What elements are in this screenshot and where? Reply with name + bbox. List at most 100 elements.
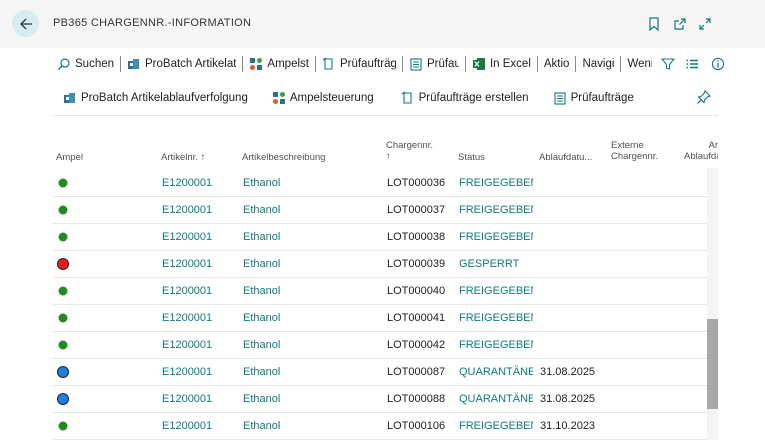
artikelnr-cell[interactable]: E1200001: [162, 197, 237, 223]
artikelnr-cell[interactable]: E1200001: [162, 413, 237, 439]
status-cell[interactable]: QUARANTÄNE: [459, 359, 533, 385]
table-row[interactable]: E1200001 Ethanol LOT000038 FREIGEGEBEN: [52, 224, 707, 251]
table-row[interactable]: E1200001 Ethanol LOT000042 FREIGEGEBEN: [52, 332, 707, 359]
bookmark-icon: [649, 17, 659, 31]
pruefauftraege-action[interactable]: Prüfau: [404, 53, 464, 75]
bookmark-button[interactable]: [645, 15, 663, 33]
ampel-green-icon: [58, 232, 68, 242]
ampel-green-icon: [58, 421, 68, 431]
table-row[interactable]: E1200001 Ethanol LOT000088 QUARANTÄNE 31.08.…: [52, 386, 707, 413]
ampel-green-icon: [58, 340, 68, 350]
pruefauftraege-erstellen-action[interactable]: Prüfaufträg: [317, 53, 401, 75]
artikelnr-cell[interactable]: E1200001: [162, 278, 237, 304]
filter-button[interactable]: [657, 53, 679, 75]
probatch-artikelablaufverfolgung-button[interactable]: ProBatch Artikelablaufverfolgung: [52, 87, 259, 109]
list-view-button[interactable]: [679, 53, 705, 75]
artikelbeschreibung-cell[interactable]: Ethanol: [243, 305, 383, 331]
expand-button[interactable]: [696, 15, 714, 33]
page-title: PB365 CHARGENNR.-INFORMATION: [53, 17, 252, 29]
sort-ascending-icon: ↑: [200, 152, 206, 163]
table-row[interactable]: E1200001 Ethanol LOT000040 FREIGEGEBEN: [52, 278, 707, 305]
ablaufdatum-cell: [540, 278, 608, 304]
column-header-label: Chargennr.: [611, 151, 659, 162]
chargennr-cell: LOT000038: [387, 231, 446, 243]
ampel-cell: [52, 197, 76, 223]
status-cell[interactable]: FREIGEGEBEN: [459, 413, 533, 439]
probatch-label: ProBatch Artikelat: [145, 58, 237, 70]
weni-label: Weni: [627, 58, 653, 70]
column-header-label: Ablaufda: [684, 151, 718, 162]
artikelbeschreibung-cell[interactable]: Ethanol: [243, 332, 383, 358]
chargennr-cell: LOT000106: [387, 420, 446, 432]
separator: [464, 56, 466, 72]
status-cell[interactable]: FREIGEGEBEN: [459, 278, 533, 304]
pruefauftraege-erstellen-button[interactable]: Prüfaufträge erstellen: [385, 87, 540, 109]
status-cell[interactable]: FREIGEGEBEN: [459, 170, 533, 196]
status-cell[interactable]: FREIGEGEBEN: [459, 332, 533, 358]
artikelbeschreibung-cell[interactable]: Ethanol: [243, 224, 383, 250]
artikelbeschreibung-cell[interactable]: Ethanol: [243, 386, 383, 412]
search-button[interactable]: Suchen: [52, 53, 119, 75]
ampel-cell: [52, 332, 76, 358]
status-cell[interactable]: GESPERRT: [459, 251, 533, 277]
ablaufdatum-cell: [540, 332, 608, 358]
artikelnr-cell[interactable]: E1200001: [162, 251, 237, 277]
separator: [620, 56, 622, 72]
artikelnr-cell[interactable]: E1200001: [162, 359, 237, 385]
actions-menu[interactable]: Aktio: [539, 53, 575, 75]
scrollbar-thumb[interactable]: [707, 319, 718, 409]
list-view-icon: [685, 57, 699, 71]
ampel-cell: [52, 359, 76, 385]
table-row[interactable]: E1200001 Ethanol LOT000039 GESPERRT: [52, 251, 707, 278]
pruefauftraege-button[interactable]: Prüfaufträge: [540, 87, 645, 109]
ampel-cell: [52, 251, 76, 277]
ampelsteuerung-label: Ampelsteuerung: [289, 92, 374, 104]
chargennr-cell: LOT000040: [387, 285, 446, 297]
artikelbeschreibung-cell[interactable]: Ethanol: [243, 170, 383, 196]
open-in-excel-button[interactable]: In Excel: [467, 53, 536, 75]
ampel-label: Ampelst: [267, 58, 309, 70]
aktio-label: Aktio: [543, 58, 570, 70]
pin-icon: [697, 90, 711, 104]
ampelsteuerung-action[interactable]: Ampelst: [244, 53, 314, 75]
fewer-options-menu[interactable]: Weni: [622, 53, 657, 75]
artikelbeschreibung-cell[interactable]: Ethanol: [243, 359, 383, 385]
artikelnr-cell[interactable]: E1200001: [162, 305, 237, 331]
open-in-new-window-button[interactable]: [671, 15, 689, 33]
probatch-trace-action[interactable]: ProBatch Artikelat: [122, 53, 241, 75]
navigate-menu[interactable]: Navigi: [577, 53, 619, 75]
chargennr-cell: LOT000042: [387, 339, 446, 351]
artikelbeschreibung-cell[interactable]: Ethanol: [243, 413, 383, 439]
ampel-green-icon: [58, 205, 68, 215]
ampel-blue-icon: [57, 393, 69, 405]
separator: [120, 56, 122, 72]
artikelnr-cell[interactable]: E1200001: [162, 170, 237, 196]
ablaufdatum-cell: 31.08.2025: [540, 393, 596, 405]
status-cell[interactable]: FREIGEGEBEN: [459, 197, 533, 223]
table-row[interactable]: E1200001 Ethanol LOT000087 QUARANTÄNE 31.08.…: [52, 359, 707, 386]
create-document-icon: [322, 57, 336, 71]
table-row[interactable]: E1200001 Ethanol LOT000106 FREIGEGEBEN 31.10…: [52, 413, 707, 440]
column-header-label: Ampel: [56, 152, 83, 163]
artikelbeschreibung-cell[interactable]: Ethanol: [243, 251, 383, 277]
ampelsteuerung-button[interactable]: Ampelsteuerung: [259, 87, 385, 109]
status-cell[interactable]: QUARANTÄNE: [459, 386, 533, 412]
artikelbeschreibung-cell[interactable]: Ethanol: [243, 197, 383, 223]
pin-actions-button[interactable]: [696, 89, 712, 105]
artikelnr-cell[interactable]: E1200001: [162, 224, 237, 250]
status-cell[interactable]: FREIGEGEBEN: [459, 305, 533, 331]
pruefauftraege-label: Prüfaufträge: [570, 92, 634, 104]
artikelnr-cell[interactable]: E1200001: [162, 386, 237, 412]
info-button[interactable]: [705, 53, 731, 75]
artikelbeschreibung-cell[interactable]: Ethanol: [243, 278, 383, 304]
back-button[interactable]: [12, 10, 39, 37]
traffic-light-icon: [272, 91, 286, 105]
sort-ascending-icon: ↑: [386, 151, 391, 162]
artikelnr-cell[interactable]: E1200001: [162, 332, 237, 358]
pruefau-label: Prüfau: [426, 58, 459, 70]
table-row[interactable]: E1200001 Ethanol LOT000037 FREIGEGEBEN: [52, 197, 707, 224]
ablaufdatum-cell: 31.08.2025: [540, 366, 596, 378]
table-row[interactable]: E1200001 Ethanol LOT000036 FREIGEGEBEN: [52, 170, 707, 197]
table-row[interactable]: E1200001 Ethanol LOT000041 FREIGEGEBEN: [52, 305, 707, 332]
status-cell[interactable]: FREIGEGEBEN: [459, 224, 533, 250]
